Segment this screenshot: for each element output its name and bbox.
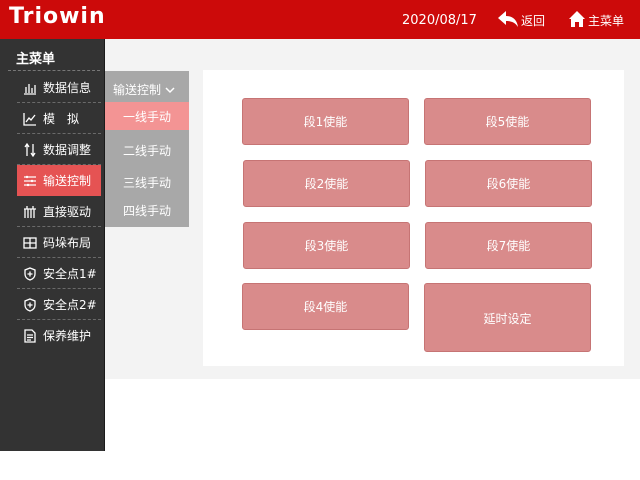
sidebar-item-data-adjust[interactable]: 数据调整 bbox=[17, 134, 101, 165]
sidebar-item-maintenance[interactable]: 保养维护 bbox=[17, 320, 101, 351]
line-chart-icon bbox=[23, 112, 37, 126]
submenu-item-line-4-manual[interactable]: 四线手动 bbox=[105, 196, 189, 224]
chevron-down-icon bbox=[165, 86, 175, 94]
segment-4-enable-button[interactable]: 段4使能 bbox=[242, 283, 409, 330]
grid-icon bbox=[23, 236, 37, 250]
sidebar-item-label: 码垛布局 bbox=[43, 236, 92, 250]
home-button[interactable]: 主菜单 bbox=[568, 10, 624, 30]
sidebar-item-label: 安全点2# bbox=[43, 298, 97, 312]
sidebar-item-conveyor-control[interactable]: 输送控制 bbox=[17, 165, 101, 196]
home-label: 主菜单 bbox=[588, 13, 625, 28]
bottom-area bbox=[105, 379, 640, 480]
submenu-item-line-2-manual[interactable]: 二线手动 bbox=[105, 136, 189, 164]
sidebar-title: 主菜单 bbox=[16, 52, 56, 67]
bottom-left-area bbox=[0, 451, 105, 480]
top-bar: Triowin 2020/08/17 返回 主菜单 bbox=[0, 0, 640, 39]
home-icon bbox=[568, 10, 586, 31]
list-icon bbox=[23, 174, 37, 188]
sidebar-item-label: 输送控制 bbox=[43, 174, 92, 188]
bar-chart-icon bbox=[23, 81, 37, 95]
sidebar-item-label: 保养维护 bbox=[43, 329, 92, 343]
conveyor-submenu: 输送控制 一线手动 二线手动 三线手动 四线手动 bbox=[105, 71, 189, 227]
sidebar-item-label: 数据信息 bbox=[43, 81, 92, 95]
segment-3-enable-button[interactable]: 段3使能 bbox=[243, 222, 410, 269]
segment-6-enable-button[interactable]: 段6使能 bbox=[425, 160, 592, 207]
submenu-title: 输送控制 bbox=[113, 83, 162, 97]
sidebar: 主菜单 数据信息 模 拟 数据调整 输送控制 直接驱动 码垛布局 安全点1# 安… bbox=[0, 39, 105, 451]
submenu-item-line-1-manual[interactable]: 一线手动 bbox=[105, 102, 189, 130]
sidebar-item-label: 数据调整 bbox=[43, 143, 92, 157]
sidebar-item-direct-drive[interactable]: 直接驱动 bbox=[17, 196, 101, 227]
back-button[interactable]: 返回 bbox=[497, 10, 545, 30]
segment-panel: 段1使能 段5使能 段2使能 段6使能 段3使能 段7使能 段4使能 延时设定 bbox=[203, 70, 624, 366]
back-label: 返回 bbox=[521, 13, 546, 28]
sidebar-item-safe-point-1[interactable]: 安全点1# bbox=[17, 258, 101, 289]
sidebar-item-safe-point-2[interactable]: 安全点2# bbox=[17, 289, 101, 320]
segment-2-enable-button[interactable]: 段2使能 bbox=[243, 160, 410, 207]
date-display: 2020/08/17 bbox=[402, 13, 477, 28]
segment-1-enable-button[interactable]: 段1使能 bbox=[242, 98, 409, 145]
document-icon bbox=[23, 328, 37, 343]
sidebar-item-simulation[interactable]: 模 拟 bbox=[17, 103, 101, 134]
shield-plus-icon bbox=[23, 297, 37, 312]
app-logo: Triowin bbox=[9, 4, 106, 29]
segment-7-enable-button[interactable]: 段7使能 bbox=[425, 222, 592, 269]
sidebar-item-label: 模 拟 bbox=[43, 112, 80, 126]
comb-icon bbox=[23, 205, 37, 219]
delay-setting-button[interactable]: 延时设定 bbox=[424, 283, 591, 352]
shield-plus-icon bbox=[23, 266, 37, 281]
submenu-header[interactable]: 输送控制 bbox=[113, 81, 175, 98]
sidebar-item-label: 直接驱动 bbox=[43, 205, 92, 219]
sidebar-item-pallet-layout[interactable]: 码垛布局 bbox=[17, 227, 101, 258]
sidebar-divider bbox=[8, 70, 100, 71]
segment-5-enable-button[interactable]: 段5使能 bbox=[424, 98, 591, 145]
sidebar-item-label: 安全点1# bbox=[43, 267, 97, 281]
sort-arrows-icon bbox=[23, 142, 37, 157]
sidebar-item-data-info[interactable]: 数据信息 bbox=[17, 72, 101, 103]
submenu-item-line-3-manual[interactable]: 三线手动 bbox=[105, 168, 189, 196]
back-arrow-icon bbox=[497, 10, 519, 31]
